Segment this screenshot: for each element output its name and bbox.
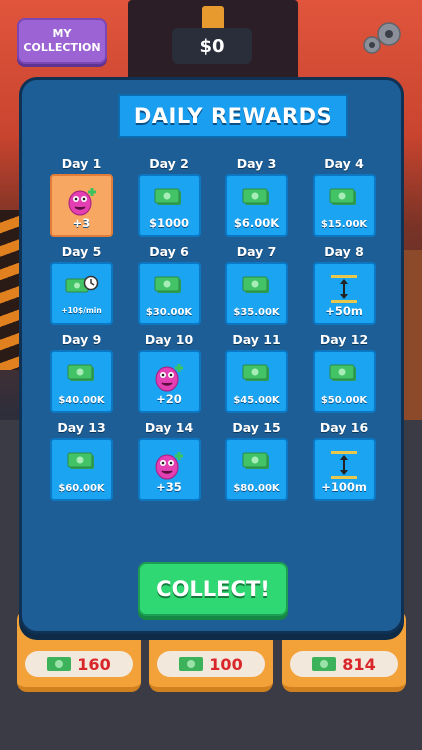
day-label: Day 9 bbox=[61, 332, 102, 347]
reward-box: +100m bbox=[312, 438, 376, 501]
reward-box: $35.00K bbox=[225, 262, 288, 325]
upgrade-cost-value: 814 bbox=[342, 654, 376, 674]
reward-box: $60.00K bbox=[50, 438, 113, 501]
reward-day-8[interactable]: Day 8 +50m bbox=[311, 244, 378, 326]
reward-box: $30.00K bbox=[137, 262, 201, 325]
cash-icon bbox=[242, 274, 272, 300]
reward-day-2[interactable]: Day 2 $1000 bbox=[136, 156, 203, 238]
cash-icon bbox=[329, 362, 359, 388]
reward-amount: $35.00K bbox=[233, 307, 280, 318]
reward-amount: $45.00K bbox=[233, 395, 280, 406]
day-label: Day 1 bbox=[61, 156, 102, 171]
cash-icon bbox=[47, 657, 72, 671]
reward-amount: $50.00K bbox=[320, 395, 368, 406]
modal-title: DAILY REWARDS bbox=[118, 94, 348, 138]
reward-box: $15.00K bbox=[312, 174, 376, 237]
reward-day-12[interactable]: Day 12 $50.00K bbox=[311, 332, 378, 414]
day-label: Day 11 bbox=[232, 332, 281, 347]
reward-day-4[interactable]: Day 4 $15.00K bbox=[311, 156, 378, 238]
reward-day-10[interactable]: Day 10 +20 bbox=[136, 332, 203, 414]
reward-amount: +35 bbox=[156, 480, 182, 494]
cash-icon bbox=[242, 362, 272, 388]
reward-box: +20 bbox=[137, 350, 201, 413]
reward-amount: +100m bbox=[321, 480, 367, 494]
collection-label-line2: COLLECTION bbox=[23, 41, 101, 54]
day-label: Day 6 bbox=[149, 244, 189, 259]
settings-gear-icon[interactable] bbox=[357, 18, 407, 58]
day-label: Day 7 bbox=[236, 244, 277, 259]
reward-box: $6.00K bbox=[225, 174, 288, 237]
reward-amount: $30.00K bbox=[145, 307, 193, 318]
reward-amount: $60.00K bbox=[58, 483, 105, 494]
monster-icon bbox=[152, 450, 186, 484]
reward-amount: +50m bbox=[325, 304, 363, 318]
upgrade-cost: 814 bbox=[290, 651, 398, 677]
reward-amount: $15.00K bbox=[320, 219, 368, 230]
upgrade-cost: 160 bbox=[25, 651, 133, 677]
day-label: Day 12 bbox=[319, 332, 369, 347]
reward-day-6[interactable]: Day 6 $30.00K bbox=[136, 244, 203, 326]
reward-amount: +20 bbox=[156, 392, 182, 406]
reward-day-5[interactable]: Day 5 +10$/min bbox=[48, 244, 115, 326]
collect-button[interactable]: COLLECT! bbox=[138, 562, 288, 616]
reward-amount: $6.00K bbox=[233, 216, 280, 230]
height-icon bbox=[329, 274, 359, 308]
day-label: Day 13 bbox=[57, 420, 106, 435]
reward-box: $40.00K bbox=[50, 350, 113, 413]
reward-box: +3 bbox=[50, 174, 113, 237]
reward-box: +35 bbox=[137, 438, 201, 501]
reward-box: $45.00K bbox=[225, 350, 288, 413]
reward-box: $1000 bbox=[137, 174, 201, 237]
day-label: Day 5 bbox=[61, 244, 102, 259]
upgrade-cost: 100 bbox=[157, 651, 265, 677]
cash-icon bbox=[154, 186, 184, 212]
reward-box: $50.00K bbox=[312, 350, 376, 413]
day-label: Day 2 bbox=[149, 156, 189, 171]
my-collection-button[interactable]: MY COLLECTION bbox=[17, 18, 107, 64]
reward-day-16[interactable]: Day 16 +100m bbox=[311, 420, 378, 502]
cash-icon bbox=[329, 186, 359, 212]
collection-label-line1: MY bbox=[52, 27, 72, 40]
reward-day-1[interactable]: Day 1 +3 bbox=[48, 156, 115, 238]
day-label: Day 16 bbox=[319, 420, 369, 435]
upgrade-cost-value: 100 bbox=[209, 654, 243, 674]
reward-amount: $1000 bbox=[148, 216, 189, 230]
upgrade-cost-value: 160 bbox=[77, 654, 111, 674]
day-label: Day 8 bbox=[324, 244, 364, 259]
day-label: Day 3 bbox=[236, 156, 277, 171]
reward-box: +50m bbox=[312, 262, 376, 325]
day-label: Day 4 bbox=[324, 156, 364, 171]
reward-day-13[interactable]: Day 13 $60.00K bbox=[48, 420, 115, 502]
monster-icon bbox=[152, 362, 186, 396]
reward-amount: $40.00K bbox=[58, 395, 105, 406]
reward-box: +10$/min bbox=[50, 262, 113, 325]
reward-amount: $80.00K bbox=[233, 483, 280, 494]
money-display: $0 bbox=[172, 28, 252, 64]
reward-day-3[interactable]: Day 3 $6.00K bbox=[223, 156, 290, 238]
reward-day-14[interactable]: Day 14 +35 bbox=[136, 420, 203, 502]
cash-icon bbox=[154, 274, 184, 300]
height-icon bbox=[329, 450, 359, 484]
reward-amount: +3 bbox=[72, 216, 91, 230]
reward-day-11[interactable]: Day 11 $45.00K bbox=[223, 332, 290, 414]
day-label: Day 15 bbox=[232, 420, 281, 435]
reward-day-9[interactable]: Day 9 $40.00K bbox=[48, 332, 115, 414]
cash-icon bbox=[242, 450, 272, 476]
day-label: Day 10 bbox=[144, 332, 194, 347]
reward-amount: +10$/min bbox=[61, 306, 102, 315]
monster-icon bbox=[65, 186, 99, 220]
cash-icon bbox=[242, 186, 272, 212]
daily-rewards-modal: DAILY REWARDS Day 1 +3 Day 2 $1000 Day 3 $6.0… bbox=[19, 77, 404, 634]
reward-day-7[interactable]: Day 7 $35.00K bbox=[223, 244, 290, 326]
reward-day-15[interactable]: Day 15 $80.00K bbox=[223, 420, 290, 502]
cash-icon bbox=[67, 450, 97, 476]
day-label: Day 14 bbox=[144, 420, 194, 435]
reward-box: $80.00K bbox=[225, 438, 288, 501]
cash-icon bbox=[179, 657, 204, 671]
cash-timer-icon bbox=[65, 274, 99, 300]
cash-icon bbox=[67, 362, 97, 388]
cash-icon bbox=[312, 657, 337, 671]
